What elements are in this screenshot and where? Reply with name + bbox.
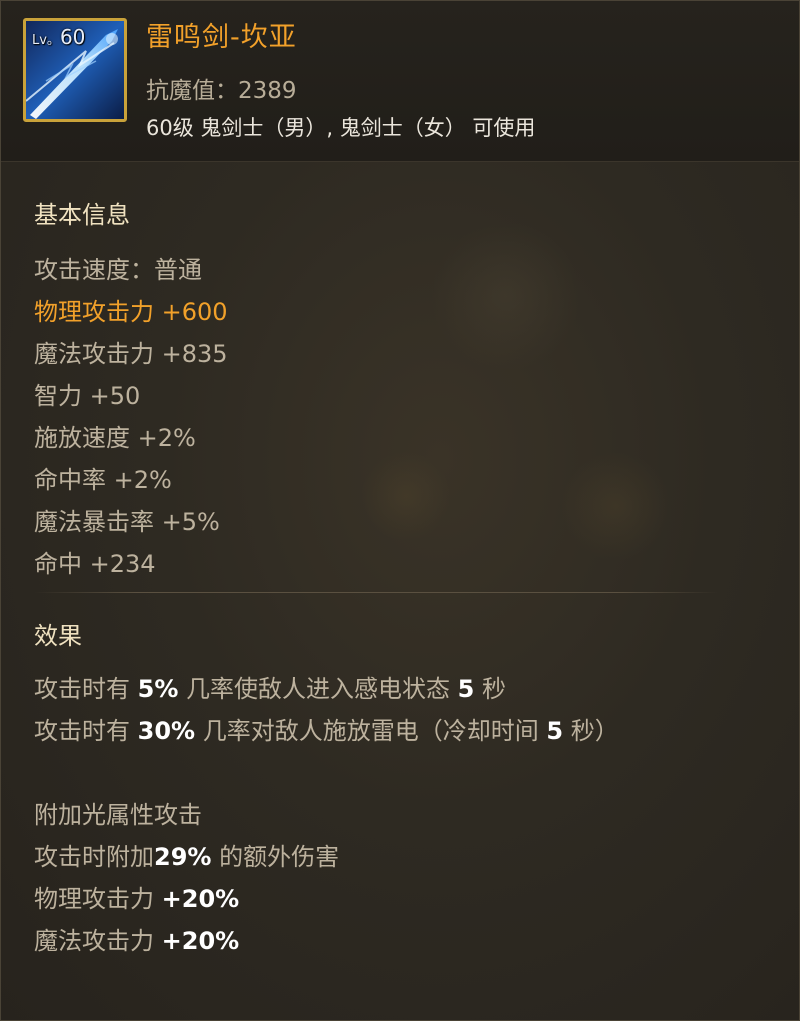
effect-line: 攻击时附加29% 的额外伤害 (34, 837, 339, 872)
effect-line: 攻击时有 30% 几率对敌人施放雷电（冷却时间 5 秒） (34, 711, 619, 746)
anti-magic-value: 抗魔值：2389 (146, 78, 297, 104)
effect-text: 秒） (563, 717, 619, 745)
stat-line: 命中 +234 (34, 550, 156, 578)
background-glow (431, 221, 581, 371)
effect-text: 物理攻击力 (34, 885, 162, 913)
section-divider (34, 592, 719, 593)
effect-value: 5 (457, 675, 475, 703)
effect-text: 的额外伤害 (211, 843, 340, 871)
effect-line: 魔法攻击力 +20% (34, 921, 239, 956)
effect-text: 秒 (474, 675, 506, 703)
stat-line: 施放速度 +2% (34, 424, 196, 452)
effect-text: 魔法攻击力 (34, 927, 162, 955)
effect-line: 物理攻击力 +20% (34, 879, 239, 914)
stat-line: 魔法暴击率 +5% (34, 508, 220, 536)
effect-text: 几率对敌人施放雷电（冷却时间 (195, 717, 547, 745)
effect-value: +20% (161, 885, 240, 913)
effect-value: 30% (137, 717, 196, 745)
effect-line: 攻击时有 5% 几率使敌人进入感电状态 5 秒 (34, 669, 506, 704)
item-tooltip: Lv。60 雷鸣剑-坎亚 抗魔值：2389 60级 鬼剑士（男）, 鬼剑士（女）… (0, 0, 800, 1021)
effect-value: 29% (154, 843, 212, 871)
effect-value: 5% (137, 675, 179, 703)
effect-text: 攻击时有 (34, 717, 138, 745)
stat-line: 智力 +50 (34, 382, 141, 410)
effects-title: 效果 (34, 622, 82, 650)
stat-line: 物理攻击力 +600 (34, 298, 228, 326)
basic-info-title: 基本信息 (34, 201, 130, 229)
effect-text: 攻击时附加 (34, 843, 154, 871)
stat-line: 攻击速度：普通 (34, 256, 202, 284)
background-glow (561, 451, 671, 561)
light-attack-title: 附加光属性攻击 (34, 801, 202, 829)
usable-classes: 60级 鬼剑士（男）, 鬼剑士（女） 可使用 (146, 116, 536, 140)
item-name: 雷鸣剑-坎亚 (146, 22, 297, 53)
effect-text: 攻击时有 (34, 675, 138, 703)
background-glow (361, 451, 451, 541)
stat-line: 命中率 +2% (34, 466, 172, 494)
tooltip-header: Lv。60 雷鸣剑-坎亚 抗魔值：2389 60级 鬼剑士（男）, 鬼剑士（女）… (1, 1, 799, 162)
effect-value: +20% (161, 927, 240, 955)
effect-text: 几率使敌人进入感电状态 (178, 675, 458, 703)
item-icon-frame: Lv。60 (23, 18, 127, 122)
stat-line: 魔法攻击力 +835 (34, 340, 228, 368)
item-level: Lv。60 (32, 25, 86, 49)
effect-value: 5 (546, 717, 564, 745)
